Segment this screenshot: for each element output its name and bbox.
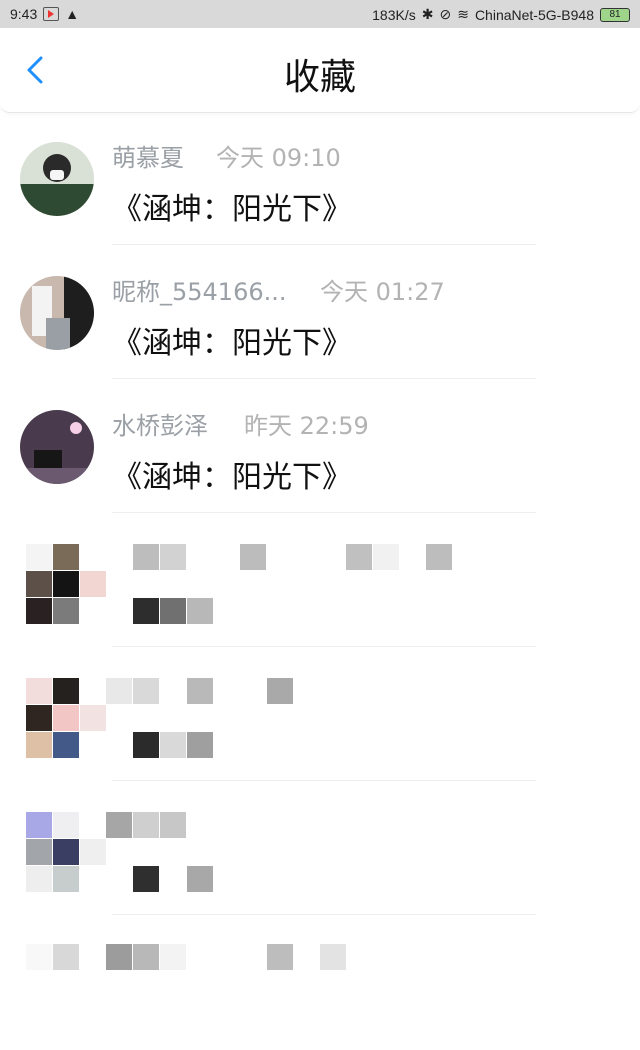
wifi-icon: ≋ (457, 6, 469, 22)
pixel-block (187, 598, 213, 624)
pixel-block (240, 544, 266, 570)
pixel-block (26, 812, 52, 838)
timestamp: 昨天 22:59 (244, 412, 369, 440)
pixel-block (133, 598, 159, 624)
pixel-block (106, 944, 132, 970)
page-title: 收藏 (283, 57, 356, 98)
warning-icon: ▲ (65, 6, 80, 22)
pixel-block (26, 544, 52, 570)
pixel-block (53, 544, 79, 570)
divider (112, 780, 536, 781)
status-bar: 9:43 ▲ 183K/s ✱ ⊘ ≋ ChinaNet-5G-B948 81 (0, 0, 640, 28)
favorite-text: 《涵坤：阳光下》 (112, 326, 352, 361)
divider (112, 378, 536, 379)
pixel-block (26, 866, 52, 892)
list-item[interactable]: 昵称_554166... 今天 01:27 《涵坤：阳光下》 (0, 246, 640, 380)
timestamp: 今天 01:27 (320, 278, 445, 306)
pixel-block (26, 732, 52, 758)
pixel-block (53, 678, 79, 704)
favorite-text: 《涵坤：阳光下》 (112, 460, 352, 495)
pixel-block (26, 839, 52, 865)
pixel-block (187, 732, 213, 758)
divider (112, 244, 536, 245)
pixel-block (26, 705, 52, 731)
list-item[interactable] (0, 782, 640, 916)
user-name: 水桥彭泽 (112, 412, 208, 440)
battery-icon: 81 (600, 7, 630, 22)
pixel-block (53, 944, 79, 970)
pixel-block (187, 866, 213, 892)
pixel-block (133, 544, 159, 570)
pixel-block (26, 944, 52, 970)
pixel-block (26, 571, 52, 597)
list-item[interactable]: 水桥彭泽 昨天 22:59 《涵坤：阳光下》 (0, 380, 640, 514)
list-item[interactable] (0, 916, 640, 1050)
pixel-block (106, 678, 132, 704)
pixel-block (133, 678, 159, 704)
pixel-block (53, 732, 79, 758)
pixel-block (133, 812, 159, 838)
pixel-block (160, 732, 186, 758)
pixel-block (53, 705, 79, 731)
pixel-block (53, 839, 79, 865)
network-name: ChinaNet-5G-B948 (474, 6, 594, 23)
avatar (20, 142, 94, 216)
pixel-block (80, 705, 106, 731)
network-speed: 183K/s (372, 6, 416, 23)
list-item[interactable] (0, 648, 640, 782)
avatar-image (20, 142, 94, 216)
pixel-block (53, 812, 79, 838)
status-left: 9:43 ▲ (10, 6, 79, 22)
avatar-image (20, 276, 94, 350)
pixel-block (160, 944, 186, 970)
timestamp: 今天 09:10 (216, 144, 341, 172)
pixel-block (133, 732, 159, 758)
pixel-block (53, 598, 79, 624)
status-right: 183K/s ✱ ⊘ ≋ ChinaNet-5G-B948 81 (372, 6, 630, 23)
app-header: 收藏 (0, 28, 640, 113)
mute-icon: ⊘ (439, 6, 452, 22)
pixel-block (80, 839, 106, 865)
battery-level: 81 (609, 9, 621, 20)
pixel-block (133, 944, 159, 970)
bluetooth-icon: ✱ (421, 6, 434, 22)
pixel-block (160, 544, 186, 570)
avatar (20, 410, 94, 484)
pixel-block (160, 598, 186, 624)
avatar (20, 276, 94, 350)
divider (112, 914, 536, 915)
list-item[interactable]: 萌慕夏 今天 09:10 《涵坤：阳光下》 (0, 112, 640, 246)
pixel-block (133, 866, 159, 892)
favorite-text: 《涵坤：阳光下》 (112, 192, 352, 227)
user-name: 昵称_554166... (112, 278, 287, 306)
avatar-image (20, 410, 94, 484)
pixel-block (80, 571, 106, 597)
pixel-block (426, 544, 452, 570)
user-name: 萌慕夏 (112, 144, 184, 172)
status-time: 9:43 (10, 6, 38, 22)
list-item[interactable] (0, 514, 640, 648)
pixel-block (106, 812, 132, 838)
divider (112, 646, 536, 647)
divider (112, 512, 536, 513)
pixel-block (320, 944, 346, 970)
pixel-block (267, 944, 293, 970)
pixel-block (160, 812, 186, 838)
play-icon (43, 7, 60, 21)
pixel-block (53, 866, 79, 892)
pixel-block (26, 678, 52, 704)
pixel-block (26, 598, 52, 624)
pixel-block (373, 544, 399, 570)
pixel-block (53, 571, 79, 597)
pixel-block (267, 678, 293, 704)
pixel-block (187, 678, 213, 704)
pixel-block (346, 544, 372, 570)
